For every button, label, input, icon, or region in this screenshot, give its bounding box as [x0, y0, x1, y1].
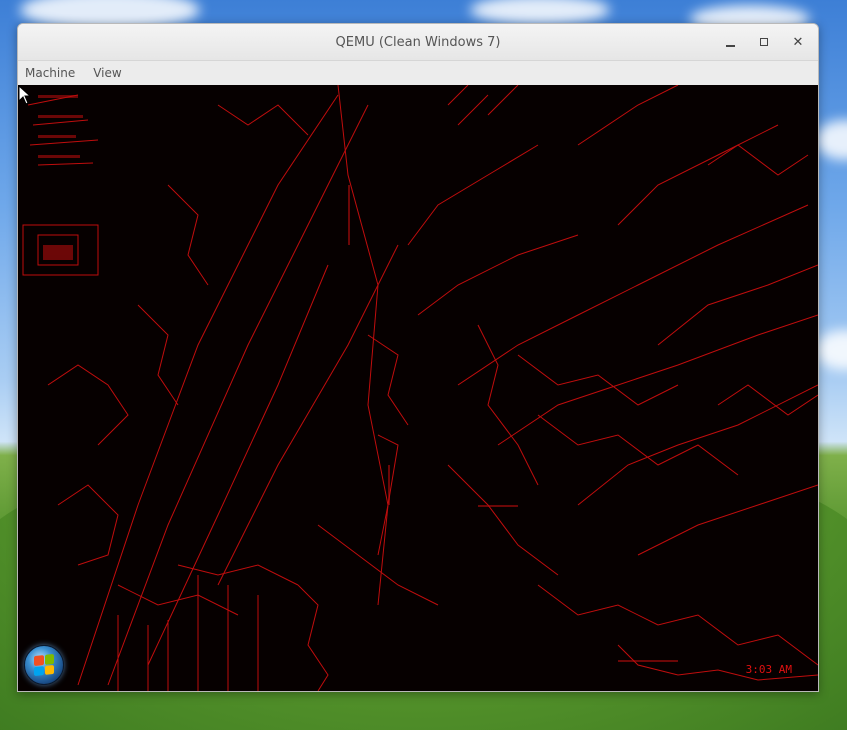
- guest-display[interactable]: 3:03 AM: [18, 85, 818, 691]
- maximize-icon: [760, 38, 768, 46]
- close-icon: ✕: [792, 34, 804, 50]
- mouse-pointer-icon: [18, 85, 32, 105]
- minimize-button[interactable]: [720, 32, 740, 52]
- menu-machine[interactable]: Machine: [25, 66, 75, 80]
- windows-start-orb-icon[interactable]: [24, 645, 64, 685]
- taskbar-clock[interactable]: 3:03 AM: [746, 663, 792, 676]
- menu-view[interactable]: View: [93, 66, 121, 80]
- qemu-window: QEMU (Clean Windows 7) ✕ Machine View 3:…: [17, 23, 819, 692]
- title-bar[interactable]: QEMU (Clean Windows 7) ✕: [18, 24, 818, 61]
- maximize-button[interactable]: [754, 32, 774, 52]
- glitched-desktop-render: [22, 85, 818, 691]
- window-controls: ✕: [720, 24, 808, 60]
- window-title: QEMU (Clean Windows 7): [335, 34, 501, 50]
- menu-bar: Machine View: [18, 61, 818, 86]
- minimize-icon: [725, 44, 735, 47]
- close-button[interactable]: ✕: [788, 32, 808, 52]
